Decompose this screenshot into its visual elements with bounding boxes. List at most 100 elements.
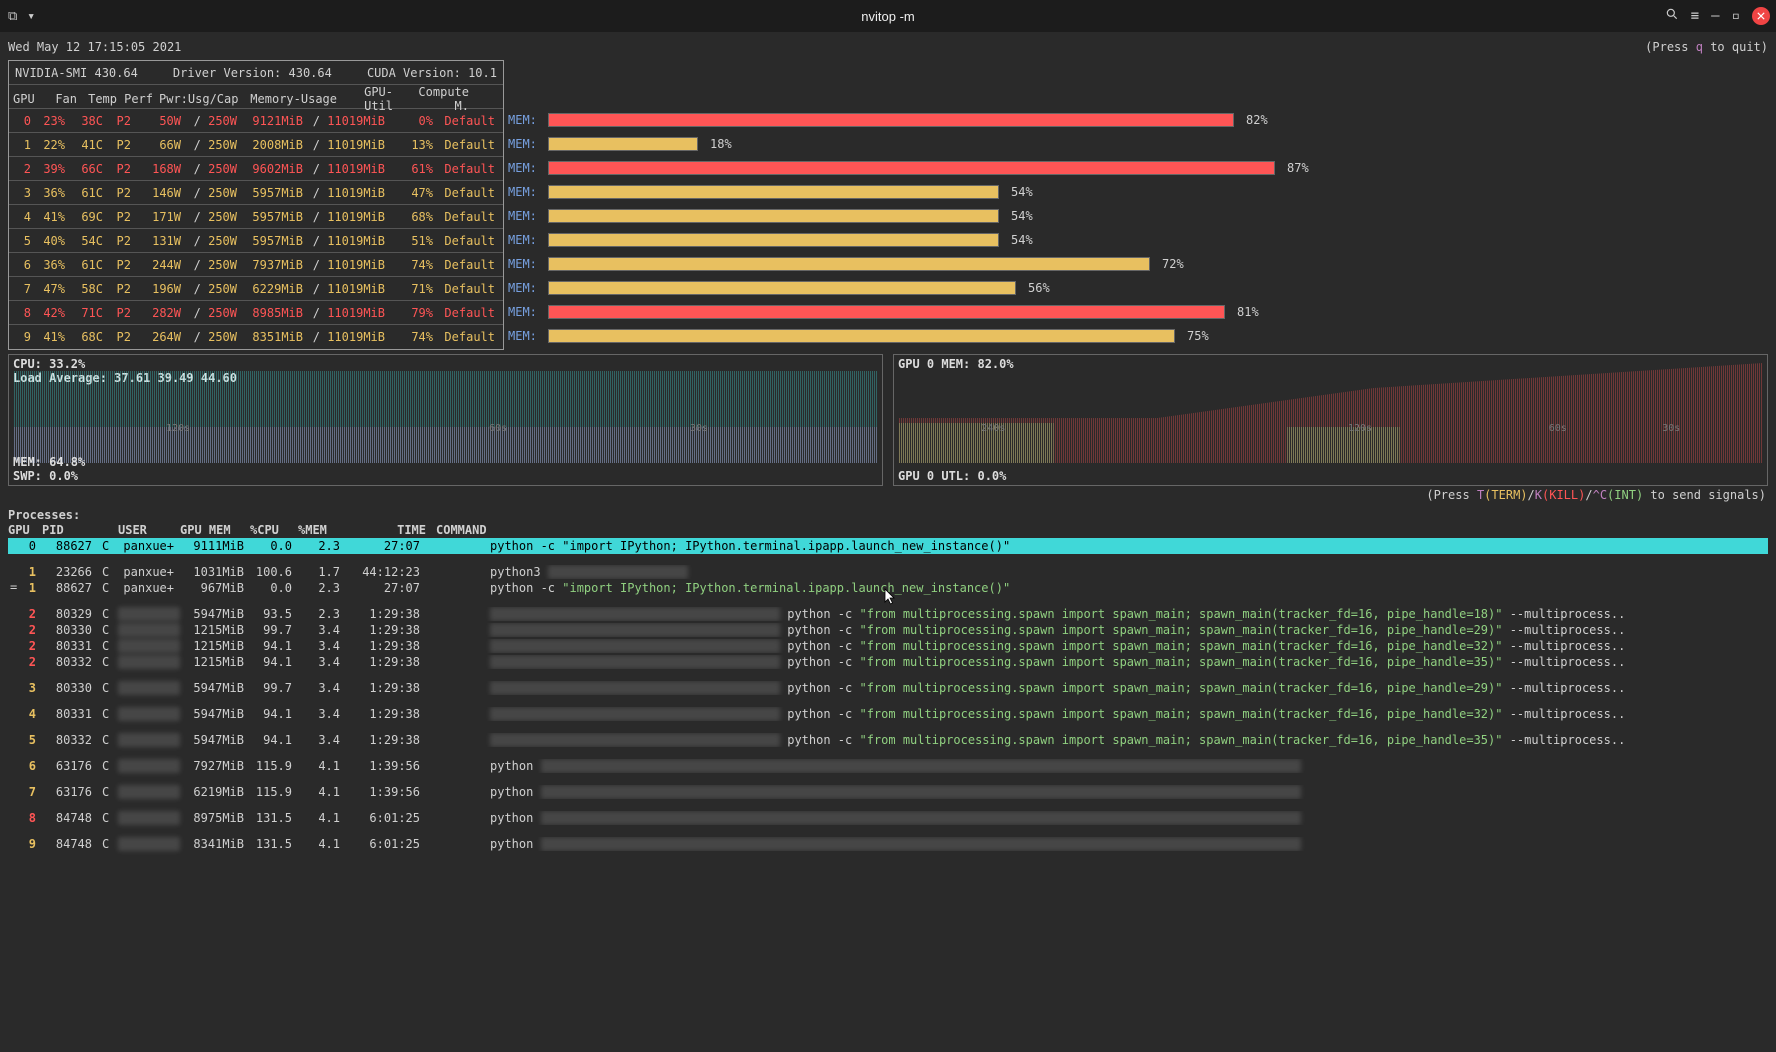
titlebar-menu-chevron-icon[interactable]: ▾ (27, 9, 35, 24)
mem-bar-row: MEM:87% (508, 156, 1756, 180)
window-close-button[interactable] (1752, 7, 1770, 25)
process-gpu: 1 (8, 565, 42, 579)
gpu-power-usage: 196W (137, 282, 187, 296)
nvidia-smi-version: NVIDIA-SMI 430.64 (15, 66, 138, 80)
process-type: C (98, 655, 118, 669)
process-gpu: 2 (8, 655, 42, 669)
mem-bar-row: MEM:75% (508, 324, 1756, 348)
process-row[interactable]: 123266Cpanxue+1031MiB100.61.744:12:23pyt… (8, 564, 1768, 580)
process-row[interactable]: 280329Cxxxxxx5947MiB93.52.31:29:38xxxxxx… (8, 606, 1768, 622)
process-cpu-percent: 131.5 (250, 837, 298, 851)
mem-bar-fill (549, 330, 1174, 342)
process-gpu: 2 (8, 623, 42, 637)
process-type: C (98, 639, 118, 653)
process-pid: 63176 (42, 785, 98, 799)
gpu-power-cap: / 250W (187, 114, 243, 128)
mem-bar-label: MEM: (508, 233, 542, 247)
gpu-fan: 47% (37, 282, 71, 296)
mem-bar-fill (549, 162, 1274, 174)
process-row[interactable]: 580332Cxxxxxx5947MiB94.13.41:29:38xxxxxx… (8, 732, 1768, 748)
process-row[interactable]: 280330Cxxxxxx1215MiB99.73.41:29:38xxxxxx… (8, 622, 1768, 638)
process-mem-percent: 3.4 (298, 623, 346, 637)
mem-bar-percent: 54% (1011, 185, 1033, 199)
gpu-index: 5 (9, 234, 37, 248)
gpu-row: 023%38CP250W/ 250W9121MiB/ 11019MiB0%Def… (9, 109, 503, 133)
process-time: 1:39:56 (346, 759, 426, 773)
hamburger-menu-icon[interactable]: ≡ (1691, 8, 1699, 24)
mem-bar-percent: 87% (1287, 161, 1309, 175)
process-gpu-mem: 5947MiB (180, 681, 250, 695)
mem-bar-track (548, 233, 999, 247)
process-row[interactable]: 280331Cxxxxxx1215MiB94.13.41:29:38xxxxxx… (8, 638, 1768, 654)
process-row[interactable]: 884748Cxxxxxx8975MiB131.54.16:01:25pytho… (8, 810, 1768, 826)
process-command: python3 xxxxxxxxxxxxxxxxxxxxxxxxxxxxxxxx… (486, 565, 1768, 579)
gpu-utilization: 47% (391, 186, 439, 200)
gpu-power-usage: 282W (137, 306, 187, 320)
gpu-power-cap: / 250W (187, 330, 243, 344)
search-icon[interactable] (1665, 7, 1679, 25)
process-time: 1:29:38 (346, 707, 426, 721)
mem-bar-fill (549, 186, 998, 198)
process-pid: 80330 (42, 623, 98, 637)
mem-bar-fill (549, 138, 697, 150)
process-row[interactable]: 088627Cpanxue+9111MiB0.02.327:07python -… (8, 538, 1768, 554)
process-row[interactable]: 663176Cxxxxxx7927MiB115.94.11:39:56pytho… (8, 758, 1768, 774)
mem-bar-track (548, 185, 999, 199)
process-mem-percent: 4.1 (298, 785, 346, 799)
gpu-power-cap: / 250W (187, 138, 243, 152)
terminal-content[interactable]: Wed May 12 17:15:05 2021 (Press q to qui… (0, 32, 1776, 862)
process-command: xxxxxxxxxxxxxxxxxxxxxxxxxxxxxxxxxxxx pyt… (486, 607, 1768, 621)
gpu-power-cap: / 250W (187, 282, 243, 296)
gpu-fan: 36% (37, 258, 71, 272)
gpu-fan: 40% (37, 234, 71, 248)
gpu-mem-used: 5957MiB (243, 234, 309, 248)
window-maximize-button[interactable]: ▫ (1732, 8, 1740, 24)
mem-bar-percent: 56% (1028, 281, 1050, 295)
gpu-utilization: 51% (391, 234, 439, 248)
cpu-graph-box: CPU: 33.2% Load Average: 37.61 39.49 44.… (8, 354, 883, 486)
process-type: C (98, 607, 118, 621)
process-command-prefix: python (490, 759, 541, 773)
mem-bar-row: MEM:81% (508, 300, 1756, 324)
process-row[interactable]: 380330Cxxxxxx5947MiB99.73.41:29:38xxxxxx… (8, 680, 1768, 696)
process-row[interactable]: 984748Cxxxxxx8341MiB131.54.16:01:25pytho… (8, 836, 1768, 852)
process-pid: 80331 (42, 639, 98, 653)
gpu-mem-bars: MEM:82%MEM:18%MEM:87%MEM:54%MEM:54%MEM:5… (508, 108, 1756, 348)
gpu-mem-total: / 11019MiB (309, 138, 391, 152)
mem-bar-track (548, 137, 698, 151)
gpu-utilization: 71% (391, 282, 439, 296)
gpu-power-cap: / 250W (187, 234, 243, 248)
gpu-utilization: 74% (391, 330, 439, 344)
process-command: xxxxxxxxxxxxxxxxxxxxxxxxxxxxxxxxxxxx pyt… (486, 733, 1768, 747)
process-mem-percent: 4.1 (298, 759, 346, 773)
gpu-fan: 41% (37, 330, 71, 344)
process-pid: 80329 (42, 607, 98, 621)
process-group-spacer (8, 748, 1768, 758)
process-gpu-mem: 1215MiB (180, 639, 250, 653)
process-row[interactable]: 763176Cxxxxxx6219MiB115.94.11:39:56pytho… (8, 784, 1768, 800)
process-type: C (98, 785, 118, 799)
process-row[interactable]: 280332Cxxxxxx1215MiB94.13.41:29:38xxxxxx… (8, 654, 1768, 670)
process-time: 1:29:38 (346, 639, 426, 653)
process-cpu-percent: 115.9 (250, 785, 298, 799)
mem-bar-fill (549, 210, 998, 222)
process-row[interactable]: 480331Cxxxxxx5947MiB94.13.41:29:38xxxxxx… (8, 706, 1768, 722)
process-row[interactable]: 188627Cpanxue+967MiB0.02.327:07python -c… (8, 580, 1768, 596)
terminal-icon[interactable]: ⧉ (8, 9, 17, 24)
mem-bar-row: MEM:54% (508, 228, 1756, 252)
process-mem-percent: 3.4 (298, 733, 346, 747)
gpu-temp: 71C (71, 306, 109, 320)
window-minimize-button[interactable]: — (1711, 8, 1719, 24)
process-pid: 63176 (42, 759, 98, 773)
gpu-temp: 41C (71, 138, 109, 152)
process-command-prefix: python3 (490, 565, 548, 579)
process-cpu-percent: 94.1 (250, 655, 298, 669)
process-command-prefix: python -c (490, 581, 562, 595)
process-command-tail: python -c "from multiprocessing.spawn im… (780, 623, 1625, 637)
process-gpu-mem: 1031MiB (180, 565, 250, 579)
mem-bar-fill (549, 114, 1233, 126)
process-command-blurred: xxxxxxxxxxxxxxxxxxxxxxxxxxxxxxxxxxxx (490, 655, 780, 669)
process-gpu-mem: 9111MiB (180, 539, 250, 553)
gpu-power-usage: 131W (137, 234, 187, 248)
gpu-index: 1 (9, 138, 37, 152)
